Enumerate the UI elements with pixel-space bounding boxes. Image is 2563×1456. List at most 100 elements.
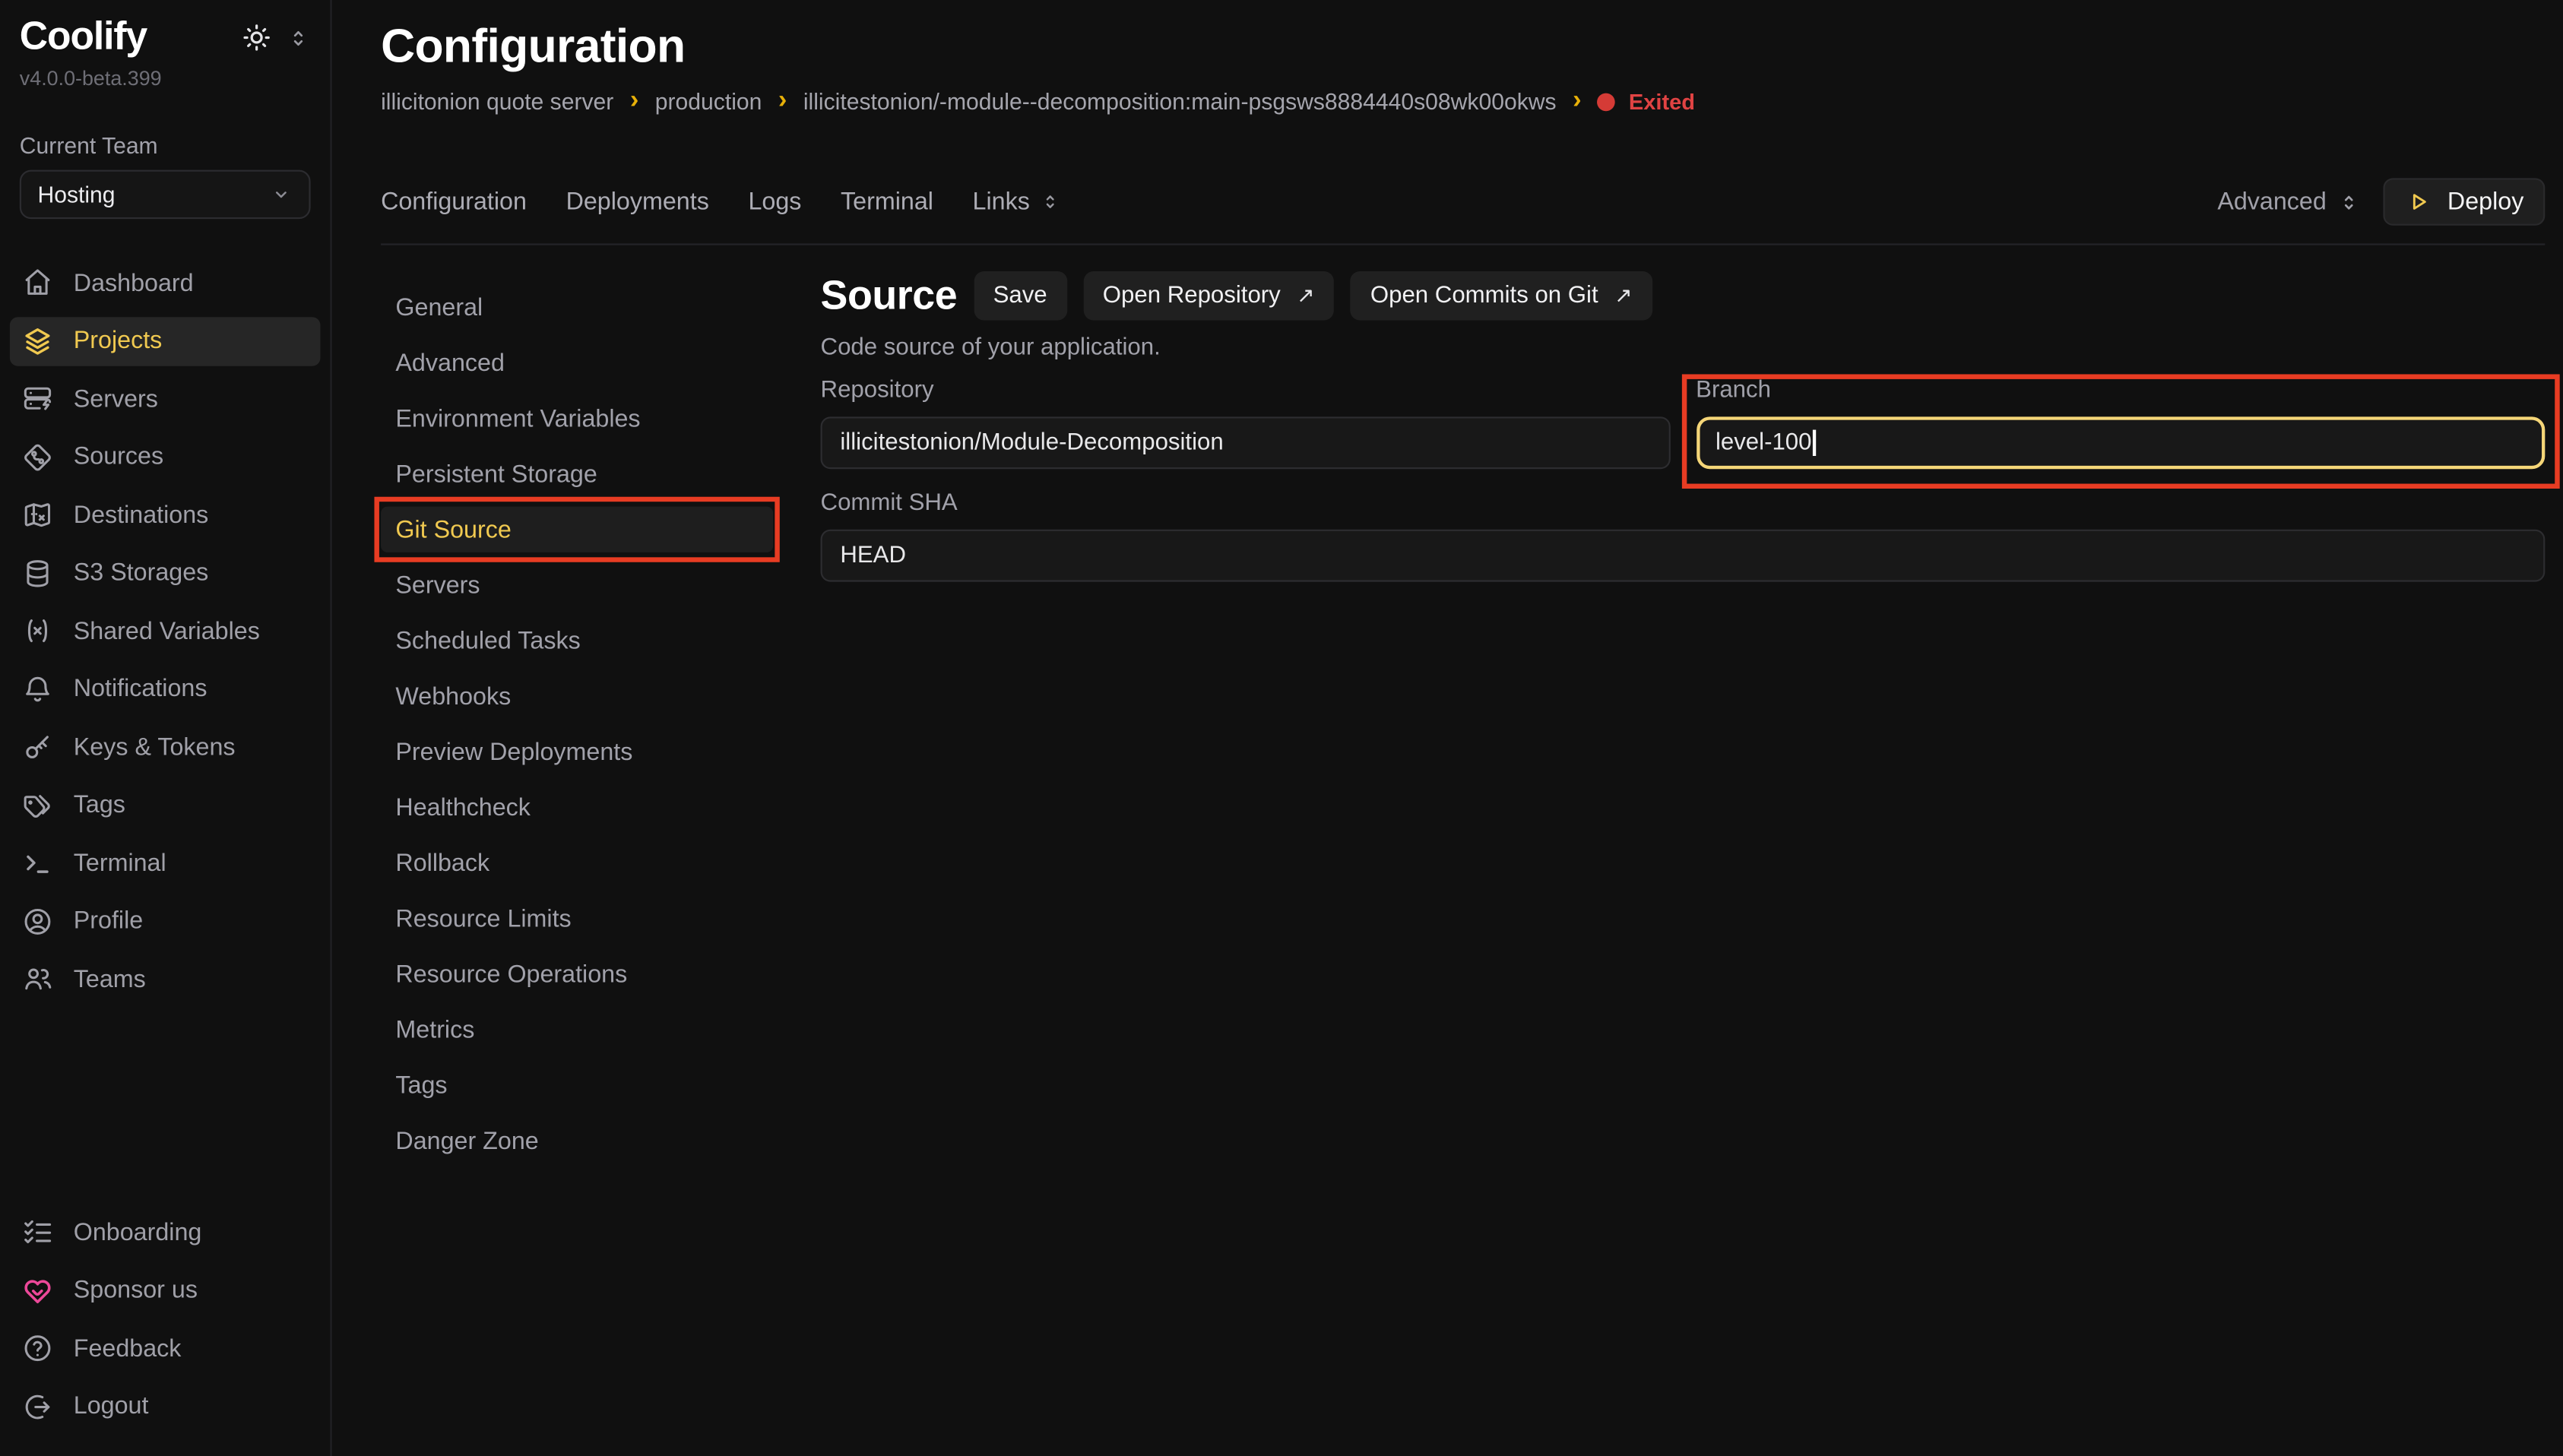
tab-configuration[interactable]: Configuration (381, 188, 527, 216)
git-source-icon (21, 441, 54, 473)
branch-field: Branch level-100 (1696, 378, 2545, 469)
sidebar-item-sponsor-us[interactable]: Sponsor us (10, 1266, 321, 1315)
sidebar-item-label: Notifications (74, 675, 208, 703)
theme-toggle-sun-icon[interactable] (240, 21, 273, 54)
key-icon (21, 730, 54, 763)
breadcrumb: illicitonion quote server › production ›… (381, 88, 2545, 114)
sidebar-item-onboarding[interactable]: Onboarding (10, 1208, 321, 1257)
chevron-right-icon: › (778, 90, 787, 112)
subnav-item-webhooks[interactable]: Webhooks (381, 673, 773, 719)
sidebar-footer-nav: Onboarding Sponsor us Feedback Logout (0, 1208, 330, 1439)
sidebar-item-label: Servers (74, 385, 158, 413)
open-repository-button[interactable]: Open Repository ↗ (1083, 271, 1335, 321)
app-logo: Coolify (20, 13, 147, 62)
subnav-item-healthcheck[interactable]: Healthcheck (381, 784, 773, 830)
main-content: Configuration illicitonion quote server … (334, 0, 2563, 1456)
sidebar-item-label: Logout (74, 1392, 149, 1420)
configuration-layout: General Advanced Environment Variables P… (381, 271, 2545, 1173)
chevron-right-icon: › (630, 90, 638, 112)
sidebar-item-label: Sources (74, 443, 163, 471)
sidebar-item-feedback[interactable]: Feedback (10, 1324, 321, 1373)
config-subnav: General Advanced Environment Variables P… (381, 284, 773, 1173)
sidebar-item-label: Projects (74, 327, 163, 355)
sidebar-item-label: Profile (74, 907, 143, 935)
sidebar-item-logout[interactable]: Logout (10, 1382, 321, 1431)
save-button[interactable]: Save (974, 271, 1067, 321)
sidebar-item-label: Destinations (74, 501, 209, 529)
subnav-item-advanced[interactable]: Advanced (381, 340, 773, 385)
help-circle-icon (21, 1332, 54, 1365)
breadcrumb-application[interactable]: illicitestonion/-module--decomposition:m… (803, 88, 1557, 114)
commit-sha-input[interactable]: HEAD (821, 530, 2546, 582)
source-form: Repository illicitestonion/Module-Decomp… (821, 378, 2546, 582)
tab-deployments[interactable]: Deployments (566, 188, 709, 216)
current-team-label: Current Team (0, 132, 330, 158)
sidebar-item-dashboard[interactable]: Dashboard (10, 258, 321, 308)
page-title: Configuration (381, 17, 2545, 79)
tab-terminal[interactable]: Terminal (841, 188, 933, 216)
sidebar-item-s3-storages[interactable]: S3 Storages (10, 548, 321, 597)
subnav-item-danger-zone[interactable]: Danger Zone (381, 1118, 773, 1163)
branch-label: Branch (1696, 378, 2545, 404)
subnav-item-environment-variables[interactable]: Environment Variables (381, 395, 773, 441)
breadcrumb-environment[interactable]: production (655, 88, 762, 114)
heart-hands-icon (21, 1274, 54, 1306)
map-icon (21, 499, 54, 531)
source-header: Source Save Open Repository ↗ Open Commi… (821, 271, 2546, 321)
sidebar-item-shared-variables[interactable]: Shared Variables (10, 606, 321, 656)
sidebar-item-label: Dashboard (74, 269, 194, 297)
sidebar-item-projects[interactable]: Projects (10, 316, 321, 366)
sidebar-item-label: Terminal (74, 849, 166, 877)
subnav-item-servers[interactable]: Servers (381, 562, 773, 608)
subnav-item-general[interactable]: General (381, 284, 773, 330)
logo-row: Coolify (0, 13, 330, 62)
advanced-menu[interactable]: Advanced (2217, 188, 2361, 216)
chevrons-up-down-icon (1040, 191, 1061, 213)
layers-icon (21, 324, 54, 357)
subnav-item-metrics[interactable]: Metrics (381, 1007, 773, 1052)
sidebar-item-terminal[interactable]: Terminal (10, 838, 321, 888)
open-commits-button[interactable]: Open Commits on Git ↗ (1351, 271, 1652, 321)
subnav-item-git-source[interactable]: Git Source (381, 507, 773, 552)
source-description: Code source of your application. (821, 335, 2546, 361)
sidebar-item-tags[interactable]: Tags (10, 780, 321, 830)
status-dot-icon (1598, 93, 1616, 111)
tab-logs[interactable]: Logs (748, 188, 801, 216)
subnav-item-rollback[interactable]: Rollback (381, 840, 773, 885)
sidebar-item-notifications[interactable]: Notifications (10, 664, 321, 714)
updates-chevrons-icon[interactable] (286, 25, 310, 49)
sidebar-item-teams[interactable]: Teams (10, 954, 321, 1004)
source-panel: Source Save Open Repository ↗ Open Commi… (821, 271, 2546, 1173)
variables-icon (21, 615, 54, 647)
repository-input[interactable]: illicitestonion/Module-Decomposition (821, 416, 1670, 469)
commit-sha-field: Commit SHA HEAD (821, 490, 2546, 581)
source-heading: Source (821, 272, 958, 319)
status-badge: Exited (1598, 89, 1695, 113)
branch-input[interactable]: level-100 (1696, 416, 2545, 469)
sidebar-item-sources[interactable]: Sources (10, 432, 321, 482)
logout-icon (21, 1390, 54, 1423)
deploy-button[interactable]: Deploy (2384, 178, 2545, 225)
sidebar-item-label: Keys & Tokens (74, 733, 236, 761)
status-text: Exited (1629, 89, 1695, 113)
breadcrumb-project[interactable]: illicitonion quote server (381, 88, 613, 114)
sidebar-item-profile[interactable]: Profile (10, 897, 321, 946)
sidebar-item-label: Onboarding (74, 1218, 202, 1246)
database-icon (21, 556, 54, 589)
sidebar-item-label: Feedback (74, 1334, 182, 1363)
sidebar-item-servers[interactable]: Servers (10, 374, 321, 423)
team-select[interactable]: Hosting (20, 170, 311, 220)
subnav-item-resource-operations[interactable]: Resource Operations (381, 951, 773, 997)
tabs-row: Configuration Deployments Logs Terminal … (381, 178, 2545, 245)
sidebar-item-keys-tokens[interactable]: Keys & Tokens (10, 723, 321, 772)
subnav-item-scheduled-tasks[interactable]: Scheduled Tasks (381, 618, 773, 663)
subnav-item-tags[interactable]: Tags (381, 1062, 773, 1108)
sidebar-item-label: Teams (74, 965, 146, 993)
terminal-icon (21, 847, 54, 879)
tab-links[interactable]: Links (973, 188, 1061, 216)
sidebar-item-label: Shared Variables (74, 617, 260, 645)
subnav-item-preview-deployments[interactable]: Preview Deployments (381, 729, 773, 774)
sidebar-item-destinations[interactable]: Destinations (10, 490, 321, 540)
subnav-item-persistent-storage[interactable]: Persistent Storage (381, 451, 773, 497)
subnav-item-resource-limits[interactable]: Resource Limits (381, 895, 773, 941)
